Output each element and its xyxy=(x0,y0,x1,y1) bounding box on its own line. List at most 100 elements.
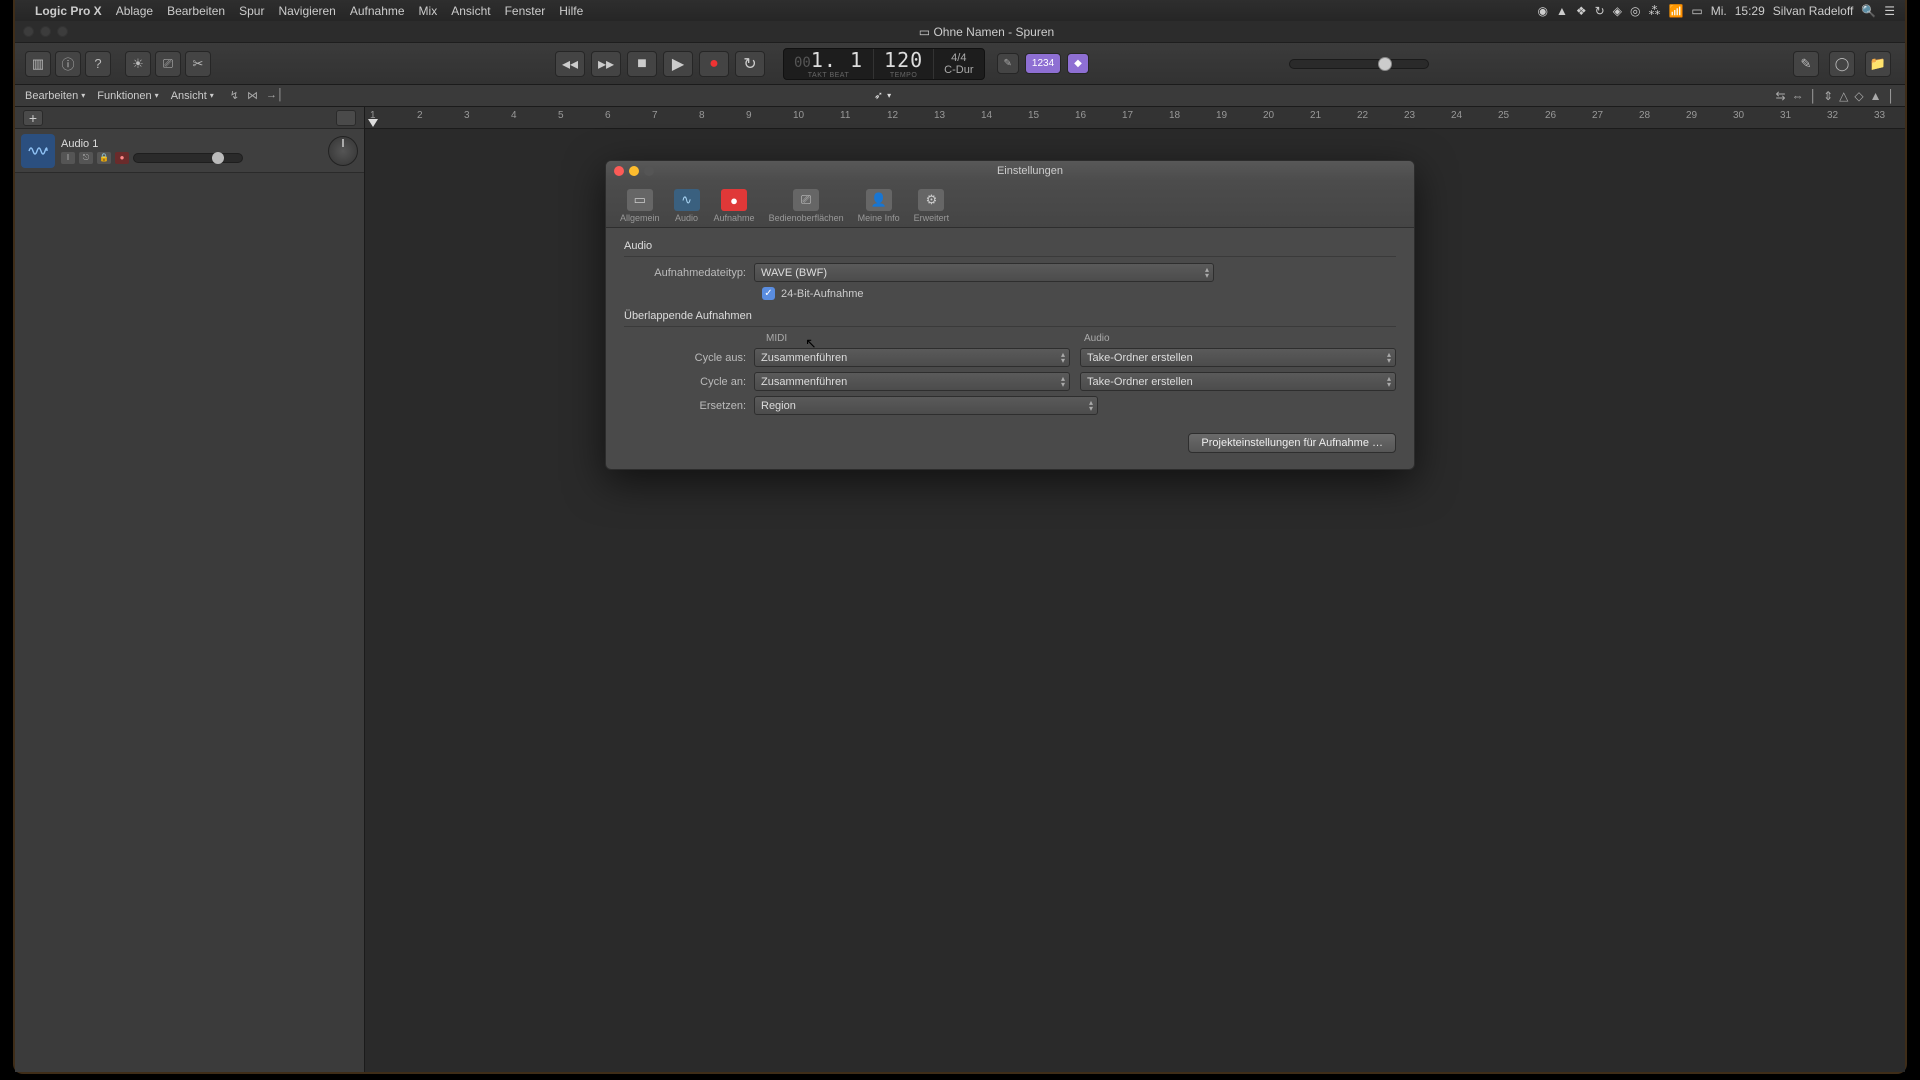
global-tracks-button[interactable] xyxy=(336,110,356,126)
menu-fenster[interactable]: Fenster xyxy=(505,4,546,18)
play-button[interactable]: ▶ xyxy=(663,51,693,77)
tab-bedienoberflaechen[interactable]: ⎚Bedienoberflächen xyxy=(763,187,850,225)
dialog-close-button[interactable] xyxy=(614,166,624,176)
wifi-icon[interactable]: 📶 xyxy=(1668,4,1683,18)
master-volume-slider[interactable] xyxy=(1289,59,1429,69)
project-settings-button[interactable]: Projekteinstellungen für Aufnahme … xyxy=(1188,433,1396,453)
track-row[interactable]: Audio 1 I ⎋ 🔒 ● xyxy=(15,129,364,173)
track-record-enable-button[interactable]: ● xyxy=(115,152,129,164)
automation-icon[interactable]: ↯ xyxy=(230,89,239,102)
editor-button[interactable]: ✂ xyxy=(185,51,211,77)
track-name[interactable]: Audio 1 xyxy=(61,138,322,150)
lcd-position-prefix: 00 xyxy=(794,55,811,71)
tab-audio[interactable]: ∿Audio xyxy=(668,187,706,225)
tab-aufnahme[interactable]: ●Aufnahme xyxy=(708,187,761,225)
cycle-button[interactable]: ↻ xyxy=(735,51,765,77)
catch-icon[interactable]: →│ xyxy=(266,89,284,102)
rewind-button[interactable]: ◂◂ xyxy=(555,51,585,77)
track-input-monitor-button[interactable]: I xyxy=(61,152,75,164)
browser-button[interactable]: 📁 xyxy=(1865,51,1891,77)
tab-allgemein[interactable]: ▭Allgemein xyxy=(614,187,666,225)
filetype-value: WAVE (BWF) xyxy=(761,267,827,279)
menu-mix[interactable]: Mix xyxy=(419,4,438,18)
dialog-titlebar[interactable]: Einstellungen xyxy=(606,161,1414,181)
menu-aufnahme[interactable]: Aufnahme xyxy=(350,4,405,18)
smart-controls-button[interactable]: ☀ xyxy=(125,51,151,77)
tool-icon[interactable]: ▲ xyxy=(1870,89,1882,103)
ersetzen-select[interactable]: Region▴▾ xyxy=(754,396,1098,415)
status-icon[interactable]: ▲ xyxy=(1556,4,1568,18)
clock-time[interactable]: 15:29 xyxy=(1735,4,1765,18)
lcd-display[interactable]: 001. 1 TAKT BEAT 120 TEMPO 4/4 C-Dur xyxy=(783,48,985,80)
snap-icon[interactable]: ⇆ xyxy=(1776,89,1786,103)
dropbox-icon[interactable]: ❖ xyxy=(1576,4,1587,18)
loop-browser-button[interactable]: ◯ xyxy=(1829,51,1855,77)
low-latency-button[interactable]: ✎ xyxy=(997,53,1019,74)
lcd-position[interactable]: 1. 1 xyxy=(811,48,863,72)
filetype-select[interactable]: WAVE (BWF) ▴▾ xyxy=(754,263,1214,282)
mixer-button[interactable]: ⎚ xyxy=(155,51,181,77)
cycle-aus-audio-select[interactable]: Take-Ordner erstellen▴▾ xyxy=(1080,348,1396,367)
cycle-an-midi-select[interactable]: Zusammenführen▴▾ xyxy=(754,372,1070,391)
status-icon[interactable]: ◎ xyxy=(1630,4,1640,18)
notepad-button[interactable]: ✎ xyxy=(1793,51,1819,77)
clock-day[interactable]: Mi. xyxy=(1711,4,1727,18)
user-name[interactable]: Silvan Radeloff xyxy=(1773,4,1854,18)
close-window-button[interactable] xyxy=(23,26,34,37)
menu-ablage[interactable]: Ablage xyxy=(116,4,153,18)
menu-ansicht[interactable]: Ansicht xyxy=(451,4,490,18)
lcd-signature[interactable]: 4/4 xyxy=(951,52,966,64)
toolbar-edit-menu[interactable]: Bearbeiten▾ xyxy=(25,90,85,102)
flex-icon[interactable]: ⋈ xyxy=(247,89,258,102)
lcd-position-label: TAKT BEAT xyxy=(808,72,849,79)
tool-icon[interactable]: ◇ xyxy=(1854,89,1863,103)
pointer-tool[interactable]: ➶ ▾ xyxy=(874,89,891,102)
bar-ruler[interactable]: 1234567891011121314151617181920212223242… xyxy=(365,107,1905,129)
tab-erweitert[interactable]: ⚙Erweitert xyxy=(908,187,956,225)
cycle-an-audio-select[interactable]: Take-Ordner erstellen▴▾ xyxy=(1080,372,1396,391)
forward-button[interactable]: ▸▸ xyxy=(591,51,621,77)
menu-spur[interactable]: Spur xyxy=(239,4,264,18)
fader-knob[interactable] xyxy=(212,152,224,164)
tool-icon[interactable]: ⇕ xyxy=(1823,89,1833,103)
zoom-window-button[interactable] xyxy=(57,26,68,37)
zoom-h-icon[interactable]: ⇔ xyxy=(1792,89,1804,103)
dialog-minimize-button[interactable] xyxy=(629,166,639,176)
record-button[interactable]: ● xyxy=(699,51,729,77)
toolbar-view-menu[interactable]: Ansicht▾ xyxy=(171,90,214,102)
menu-bearbeiten[interactable]: Bearbeiten xyxy=(167,4,225,18)
display-icon[interactable]: ▭ xyxy=(1691,4,1702,18)
track-icon-audio[interactable] xyxy=(21,134,55,168)
status-icon[interactable]: ◈ xyxy=(1613,4,1622,18)
spotlight-icon[interactable]: 🔍 xyxy=(1861,4,1876,18)
library-button[interactable]: ▥ xyxy=(25,51,51,77)
track-volume-fader[interactable] xyxy=(133,153,243,163)
track-solo-button[interactable]: 🔒 xyxy=(97,152,111,164)
menu-navigieren[interactable]: Navigieren xyxy=(278,4,335,18)
quickhelp-button[interactable]: ? xyxy=(85,51,111,77)
add-track-button[interactable]: + xyxy=(23,110,43,126)
track-pan-knob[interactable] xyxy=(328,136,358,166)
slider-knob[interactable] xyxy=(1378,57,1392,71)
notification-icon[interactable]: ☰ xyxy=(1884,4,1895,18)
status-icon[interactable]: ⁂ xyxy=(1648,4,1660,18)
stop-button[interactable]: ■ xyxy=(627,51,657,77)
inspector-button[interactable]: ⓘ xyxy=(55,51,81,77)
status-icon[interactable]: ◉ xyxy=(1538,4,1548,18)
minimize-window-button[interactable] xyxy=(40,26,51,37)
sync-icon[interactable]: ↻ xyxy=(1595,4,1605,18)
metronome-button[interactable]: ◆ xyxy=(1067,53,1089,74)
24bit-checkbox[interactable]: ✓ xyxy=(762,287,775,300)
24bit-label[interactable]: 24-Bit-Aufnahme xyxy=(781,288,864,300)
tool-icon[interactable]: │ xyxy=(1888,89,1896,103)
count-in-button[interactable]: 1234 xyxy=(1025,53,1061,74)
app-name[interactable]: Logic Pro X xyxy=(35,4,102,18)
cycle-aus-midi-select[interactable]: Zusammenführen▴▾ xyxy=(754,348,1070,367)
menu-hilfe[interactable]: Hilfe xyxy=(559,4,583,18)
lcd-tempo[interactable]: 120 xyxy=(884,48,923,72)
track-mute-button[interactable]: ⎋ xyxy=(79,152,93,164)
tool-icon[interactable]: △ xyxy=(1839,89,1848,103)
toolbar-functions-menu[interactable]: Funktionen▾ xyxy=(97,90,158,102)
tab-meine-info[interactable]: 👤Meine Info xyxy=(852,187,906,225)
lcd-key[interactable]: C-Dur xyxy=(944,64,973,76)
